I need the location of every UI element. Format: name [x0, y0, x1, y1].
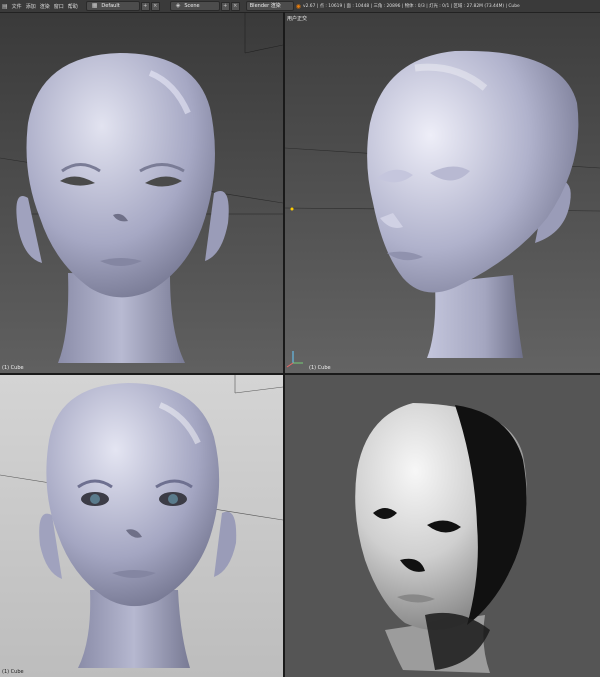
head-front-solid	[0, 13, 283, 373]
object-label: (1) Cube	[2, 669, 24, 675]
menu-render[interactable]: 渲染	[38, 3, 52, 10]
blender-logo-icon: ◉	[295, 2, 301, 10]
scene-add-button[interactable]: +	[220, 1, 230, 11]
layout-selector[interactable]: ▦ Default	[85, 1, 140, 11]
menu-window[interactable]: 窗口	[52, 3, 66, 10]
head-three-quarter-mesh	[285, 13, 600, 373]
head-front-textured	[0, 375, 283, 677]
scene-selector[interactable]: ◈ Scene	[169, 1, 220, 11]
layout-value: Default	[101, 3, 120, 9]
head-render-preview	[285, 375, 600, 677]
object-label: (1) Cube	[2, 365, 24, 371]
menu-file[interactable]: 文件	[10, 3, 24, 10]
viewport-bottom-left[interactable]: (1) Cube	[0, 375, 283, 677]
menu-add[interactable]: 添加	[24, 3, 38, 10]
scene-remove-button[interactable]: ×	[230, 1, 240, 11]
info-header: ▤ 文件 添加 渲染 窗口 帮助 ▦ Default + × ◈ Scene +…	[0, 0, 600, 13]
view-mode-label: 用户正交	[287, 16, 308, 22]
render-engine-value: Blender 渲染	[249, 3, 281, 9]
area-divider-horizontal[interactable]	[0, 373, 600, 375]
scene-value: Scene	[184, 3, 200, 9]
left-eye-icon	[90, 494, 100, 504]
viewport-top-left[interactable]: (1) Cube	[0, 13, 283, 373]
layout-remove-button[interactable]: ×	[150, 1, 160, 11]
area-divider-vertical[interactable]	[283, 12, 285, 677]
scene-icon: ◈	[175, 2, 181, 9]
object-origin-icon	[290, 207, 294, 211]
editor-type-icon[interactable]: ▤	[2, 3, 8, 10]
menu-help[interactable]: 帮助	[66, 3, 80, 10]
object-label: (1) Cube	[309, 365, 331, 371]
layout-add-button[interactable]: +	[140, 1, 150, 11]
right-eye-icon	[168, 494, 178, 504]
render-engine-selector[interactable]: Blender 渲染	[245, 1, 294, 11]
viewport-bottom-right-render[interactable]	[285, 375, 600, 677]
viewport-top-right[interactable]: 用户正交 (1) Cube	[285, 13, 600, 373]
scene-stats: v2.67 | 点 : 10619 | 面 : 10448 | 三角 : 208…	[303, 4, 520, 9]
layout-icon: ▦	[91, 2, 98, 9]
